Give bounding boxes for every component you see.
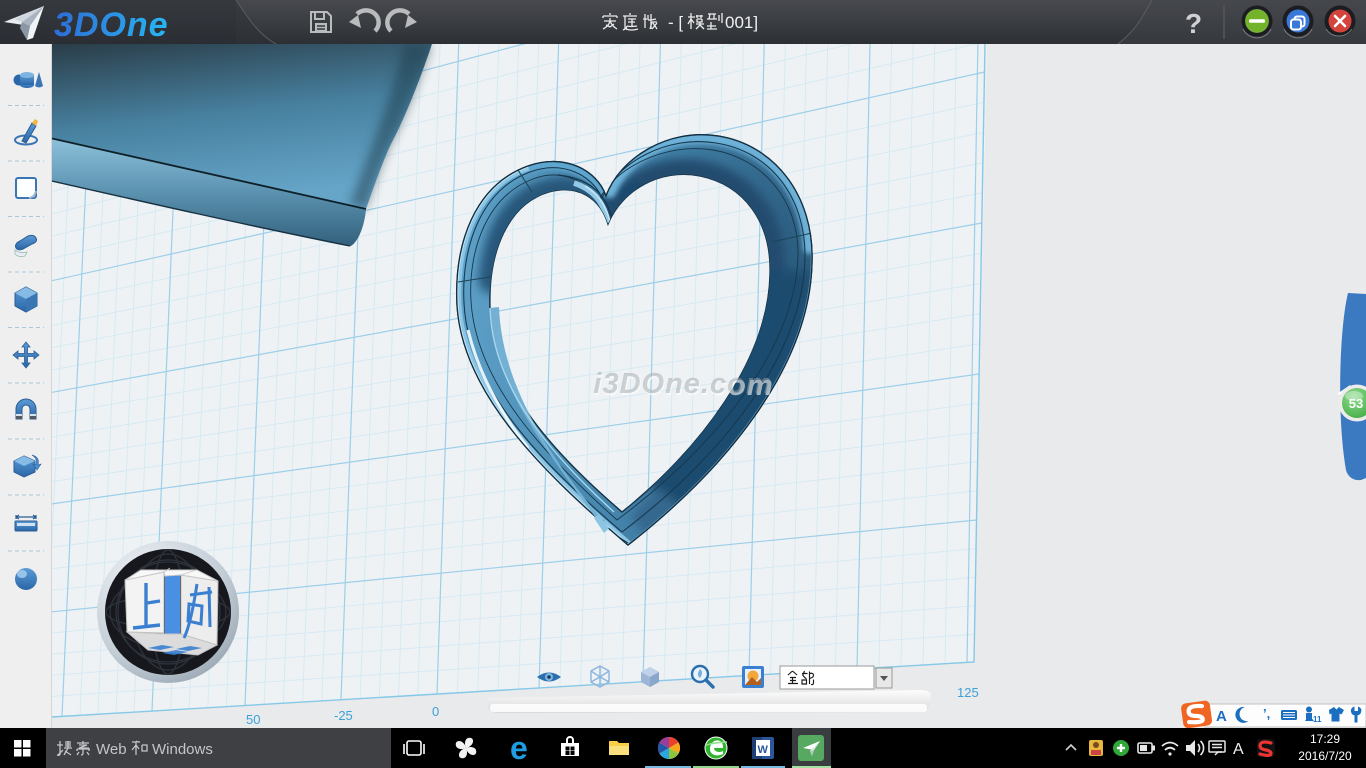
svg-text:i3DOne.com: i3DOne.com [593, 368, 772, 400]
svg-text:’,: ’, [1263, 706, 1270, 721]
svg-text:001]: 001] [725, 13, 758, 32]
svg-text:50: 50 [246, 712, 260, 727]
svg-text:A: A [1233, 741, 1244, 758]
svg-text:53: 53 [1349, 396, 1363, 411]
svg-text:3DOne: 3DOne [54, 6, 169, 44]
svg-text:W: W [758, 744, 769, 756]
svg-text:0: 0 [432, 704, 439, 719]
svg-text:125: 125 [957, 685, 979, 700]
svg-text:11: 11 [1313, 715, 1322, 724]
svg-text:A: A [1216, 708, 1227, 725]
svg-text:?: ? [1185, 8, 1202, 39]
svg-text:- [: - [ [668, 13, 683, 32]
svg-text:-25: -25 [334, 708, 353, 723]
svg-text:e: e [510, 730, 528, 766]
